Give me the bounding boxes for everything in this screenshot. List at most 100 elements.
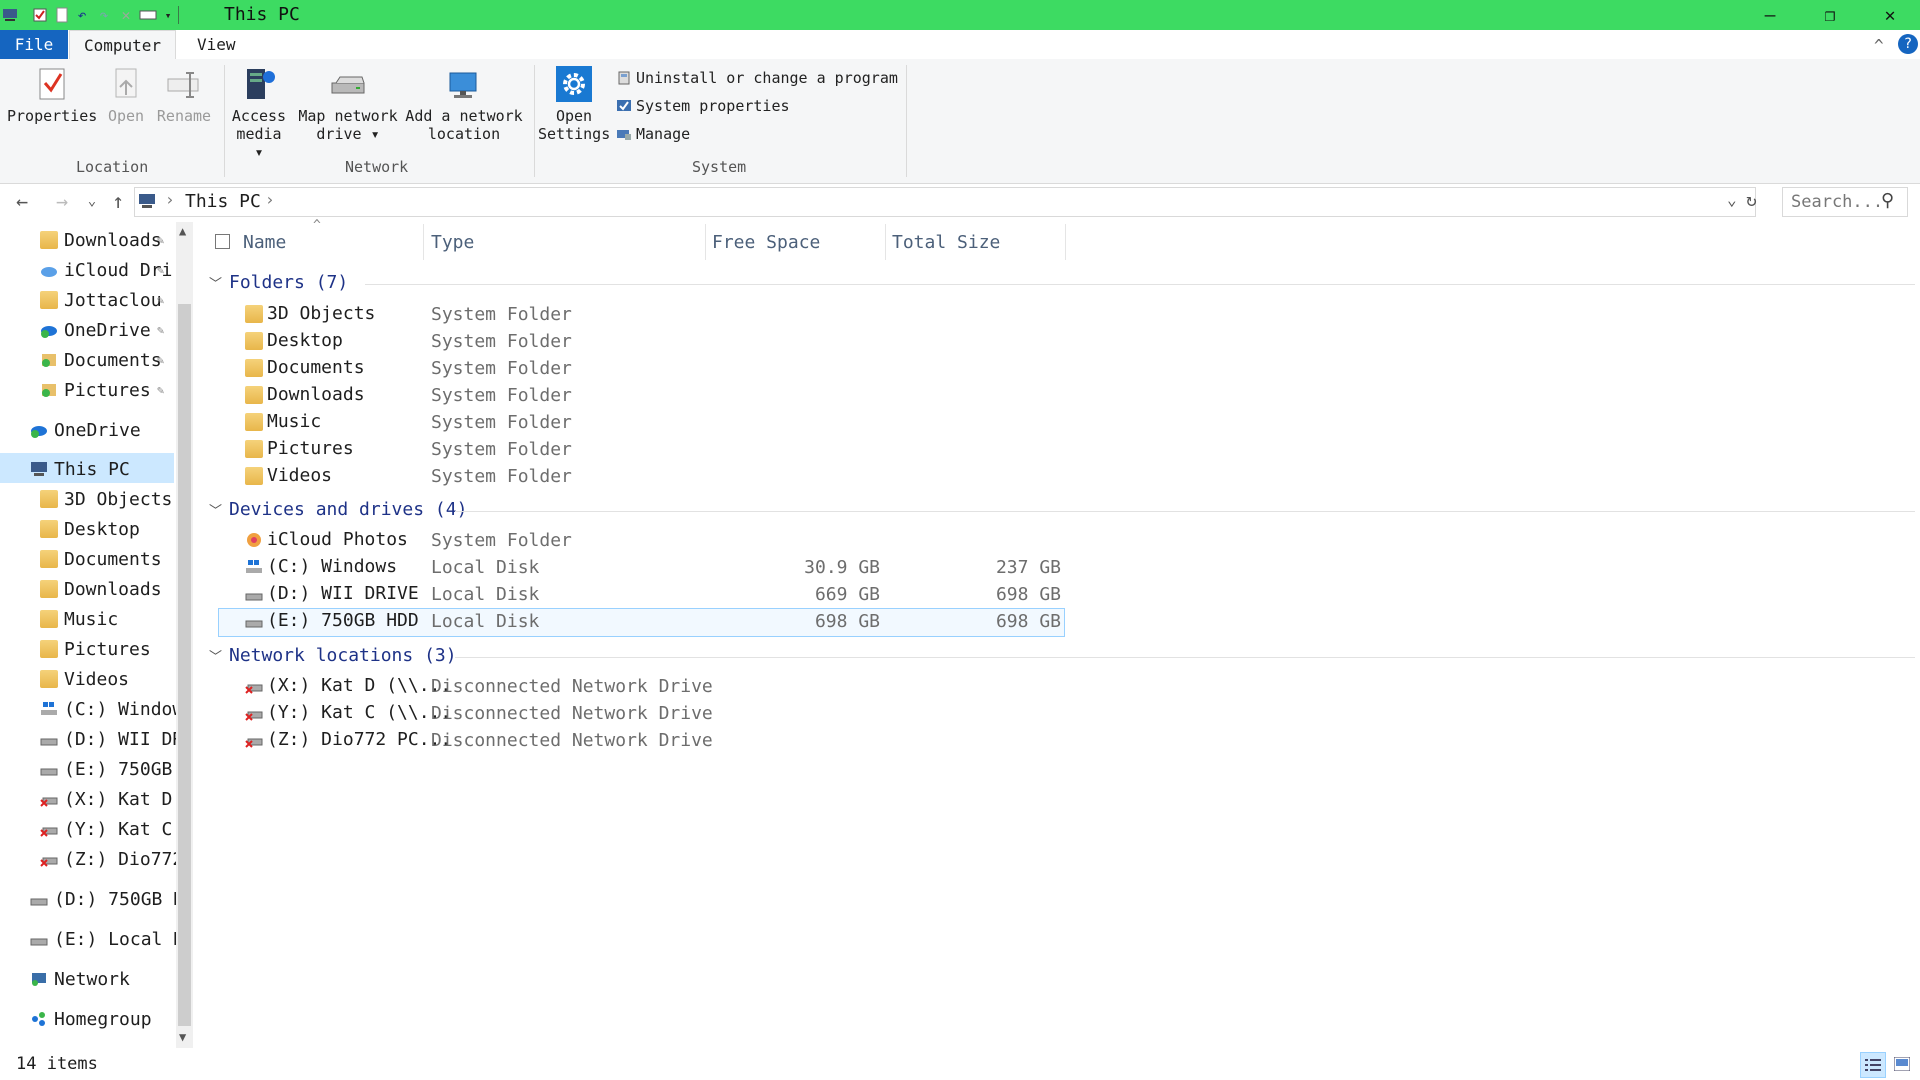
close-button[interactable]: ✕ (1860, 0, 1920, 30)
column-separator[interactable] (423, 224, 424, 260)
column-header-free-space[interactable]: Free Space (712, 232, 820, 253)
nav-item-pictures[interactable]: Pictures (40, 636, 151, 662)
tab-view[interactable]: View (183, 30, 250, 59)
table-row[interactable]: Documents System Folder (205, 355, 1915, 382)
properties-button[interactable]: Properties (7, 65, 97, 125)
collapse-ribbon-icon[interactable]: ^ (1874, 36, 1884, 55)
group-header-folders[interactable]: ﹀ Folders (7) (209, 272, 348, 293)
nav-label: (D:) 750GB D (54, 888, 176, 910)
nav-item-homegroup[interactable]: Homegroup (30, 1006, 152, 1032)
drive-icon (40, 768, 58, 776)
redo-icon[interactable]: ↷ (94, 5, 114, 25)
minimize-button[interactable]: — (1740, 0, 1800, 30)
nav-item-drive-e[interactable]: (E:) 750GB I (40, 756, 176, 782)
nav-item-this-pc[interactable]: This PC (30, 456, 130, 482)
details-view-button[interactable] (1860, 1052, 1886, 1078)
table-row[interactable]: (D:) WII DRIVE Local Disk 669 GB 698 GB (205, 581, 1915, 608)
nav-item-videos[interactable]: Videos (40, 666, 129, 692)
address-dropdown-icon[interactable]: ⌄ (1727, 190, 1737, 209)
properties-icon[interactable] (30, 5, 50, 25)
scroll-down-icon[interactable]: ▼ (179, 1030, 186, 1044)
nav-item-downloads-pinned[interactable]: Downloads (40, 227, 162, 253)
back-button[interactable]: ← (10, 189, 34, 213)
large-icons-view-button[interactable] (1890, 1052, 1914, 1076)
table-row[interactable]: Music System Folder (205, 409, 1915, 436)
table-row[interactable]: (Z:) Dio772 PC... Disconnected Network D… (205, 727, 1915, 754)
nav-item-drive-d-root[interactable]: (D:) 750GB D (30, 886, 176, 912)
table-row[interactable]: Pictures System Folder (205, 436, 1915, 463)
title-separator (178, 6, 179, 24)
table-row[interactable]: iCloud Photos System Folder (205, 527, 1915, 554)
open-settings-button[interactable]: Open Settings (538, 65, 610, 143)
recent-locations-button[interactable]: ⌄ (80, 190, 104, 212)
nav-item-drive-x[interactable]: (X:) Kat D ( (40, 786, 176, 812)
column-header-total-size[interactable]: Total Size (892, 232, 1000, 253)
breadcrumb-chevron[interactable]: › (265, 190, 275, 209)
undo-icon[interactable]: ↶ (72, 5, 92, 25)
column-header-name[interactable]: Name (243, 232, 286, 253)
nav-item-drive-d[interactable]: (D:) WII DRI (40, 726, 176, 752)
nav-item-drive-z[interactable]: (Z:) Dio772 (40, 846, 176, 872)
nav-item-icloud-drive-pinned[interactable]: iCloud Dri (40, 257, 172, 283)
forward-button[interactable]: → (50, 189, 74, 213)
nav-item-3d-objects[interactable]: 3D Objects (40, 486, 172, 512)
nav-item-drive-e-root[interactable]: (E:) Local Di (30, 926, 176, 952)
column-separator[interactable] (1065, 224, 1066, 260)
rename-button[interactable]: Rename (152, 65, 216, 125)
customize-quick-access-icon[interactable]: ▾ (158, 5, 178, 25)
nav-item-drive-y[interactable]: (Y:) Kat C ( (40, 816, 176, 842)
table-row[interactable]: Desktop System Folder (205, 328, 1915, 355)
table-row[interactable]: Videos System Folder (205, 463, 1915, 490)
rename-icon[interactable] (138, 5, 158, 25)
table-row-focused[interactable]: (E:) 750GB HDD Local Disk 698 GB 698 GB (205, 608, 1915, 635)
table-row[interactable]: (C:) Windows Local Disk 30.9 GB 237 GB (205, 554, 1915, 581)
pictures-icon (42, 384, 56, 397)
up-button[interactable]: ↑ (106, 189, 130, 213)
manage-button[interactable]: Manage (616, 125, 690, 143)
column-separator[interactable] (705, 224, 706, 260)
restore-button[interactable]: ❐ (1800, 0, 1860, 30)
table-row[interactable]: Downloads System Folder (205, 382, 1915, 409)
nav-item-jottacloud-pinned[interactable]: Jottaclou (40, 287, 162, 313)
drive-icon (40, 738, 58, 746)
table-row[interactable]: (Y:) Kat C (\\... Disconnected Network D… (205, 700, 1915, 727)
scrollbar-thumb[interactable] (178, 304, 191, 1026)
search-box[interactable]: Search... ⚲ (1782, 187, 1908, 217)
nav-item-onedrive[interactable]: OneDrive (30, 417, 141, 443)
map-network-drive-button[interactable]: Map network drive ▾ (292, 65, 404, 143)
table-row[interactable]: (X:) Kat D (\\... Disconnected Network D… (205, 673, 1915, 700)
tab-computer[interactable]: Computer (69, 30, 177, 60)
column-separator[interactable] (885, 224, 886, 260)
search-input[interactable]: Search... (1791, 192, 1883, 212)
nav-item-network[interactable]: Network (30, 966, 130, 992)
nav-item-drive-c[interactable]: (C:) Windows (40, 696, 176, 722)
help-icon[interactable]: ? (1898, 34, 1918, 54)
open-button[interactable]: Open (102, 65, 150, 125)
system-properties-button[interactable]: System properties (616, 97, 790, 115)
group-header-network-locations[interactable]: ﹀ Network locations (3) (209, 645, 457, 666)
delete-icon[interactable]: ✕ (116, 5, 136, 25)
new-folder-icon[interactable] (52, 5, 72, 25)
table-row[interactable]: 3D Objects System Folder (205, 301, 1915, 328)
nav-item-pictures-pinned[interactable]: Pictures (40, 377, 151, 403)
search-icon[interactable]: ⚲ (1881, 190, 1894, 211)
access-media-button[interactable]: Access media ▾ (228, 65, 290, 161)
nav-item-documents[interactable]: Documents (40, 546, 162, 572)
breadcrumb-this-pc[interactable]: This PC (185, 191, 261, 212)
nav-item-music[interactable]: Music (40, 606, 118, 632)
add-network-location-button[interactable]: Add a network location (404, 65, 524, 143)
nav-item-desktop[interactable]: Desktop (40, 516, 140, 542)
scroll-up-icon[interactable]: ▲ (179, 224, 186, 238)
nav-item-downloads[interactable]: Downloads (40, 576, 162, 602)
tab-file[interactable]: File (0, 30, 68, 59)
nav-scrollbar[interactable]: ▲ ▼ (176, 222, 193, 1048)
column-header-type[interactable]: Type (431, 232, 474, 253)
select-all-checkbox[interactable] (215, 234, 230, 249)
pc-icon[interactable] (0, 5, 20, 25)
nav-item-documents-pinned[interactable]: Documents (40, 347, 162, 373)
uninstall-program-button[interactable]: Uninstall or change a program (616, 69, 898, 87)
address-bar[interactable]: › This PC › ⌄ (134, 187, 1756, 217)
refresh-button[interactable]: ↻ (1746, 190, 1757, 211)
group-header-devices[interactable]: ﹀ Devices and drives (4) (209, 499, 467, 520)
nav-item-onedrive-pinned[interactable]: OneDrive (40, 317, 151, 343)
